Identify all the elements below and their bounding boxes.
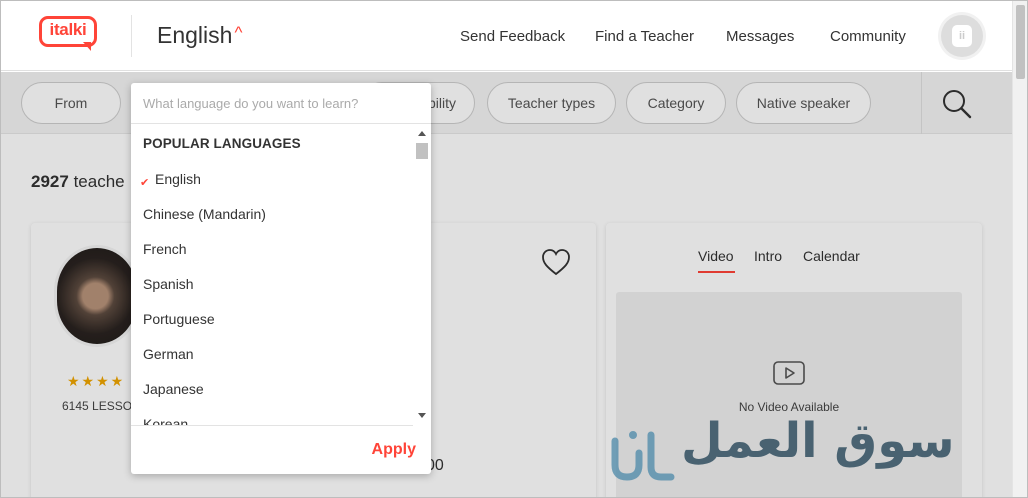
logo-text: italki — [49, 20, 87, 39]
language-option-chinese-mandarin[interactable]: Chinese (Mandarin) — [143, 206, 266, 222]
nav-send-feedback[interactable]: Send Feedback — [460, 28, 565, 45]
language-search-input[interactable] — [143, 92, 418, 114]
scroll-thumb[interactable] — [416, 143, 428, 159]
nav-find-a-teacher[interactable]: Find a Teacher — [595, 28, 694, 45]
nav-messages[interactable]: Messages — [726, 28, 794, 45]
language-option-french[interactable]: French — [143, 241, 187, 257]
user-avatar[interactable]: ii — [941, 15, 983, 57]
avatar-placeholder-icon: ii — [952, 25, 972, 47]
language-option-english[interactable]: English — [155, 171, 201, 187]
watermark-logo: سوق العمل — [601, 413, 1021, 495]
language-option-japanese[interactable]: Japanese — [143, 381, 204, 397]
top-header: italki English ^ Send Feedback Find a Te… — [1, 1, 1013, 71]
caret-up-icon: ^ — [234, 23, 243, 42]
watermark-mark-icon — [611, 431, 675, 481]
language-option-spanish[interactable]: Spanish — [143, 276, 194, 292]
page-scrollbar[interactable] — [1012, 1, 1027, 497]
page: italki English ^ Send Feedback Find a Te… — [0, 0, 1028, 498]
logo-bubble-tail — [83, 42, 91, 51]
italki-logo[interactable]: italki — [39, 16, 99, 54]
language-option-portuguese[interactable]: Portuguese — [143, 311, 215, 327]
header-divider — [131, 15, 132, 57]
language-option-korean[interactable]: Korean — [143, 416, 188, 425]
language-list[interactable]: POPULAR LANGUAGES ✔ English Chinese (Man… — [131, 125, 413, 425]
apply-button[interactable]: Apply — [361, 441, 416, 459]
check-icon: ✔ — [140, 177, 150, 189]
page-scroll-thumb[interactable] — [1016, 5, 1025, 79]
dropdown-divider — [131, 425, 413, 426]
scroll-up-arrow-icon[interactable] — [418, 131, 426, 136]
nav-community[interactable]: Community — [830, 28, 906, 45]
language-selector[interactable]: English ^ — [157, 22, 242, 49]
watermark-text: سوق العمل — [681, 413, 955, 469]
language-search-box — [131, 83, 431, 124]
scroll-down-arrow-icon[interactable] — [418, 413, 426, 418]
popular-languages-heading: POPULAR LANGUAGES — [143, 136, 301, 151]
language-dropdown: POPULAR LANGUAGES ✔ English Chinese (Man… — [131, 83, 431, 474]
language-selector-label: English — [157, 22, 233, 48]
language-list-scrollbar[interactable] — [414, 125, 430, 425]
language-option-german[interactable]: German — [143, 346, 194, 362]
